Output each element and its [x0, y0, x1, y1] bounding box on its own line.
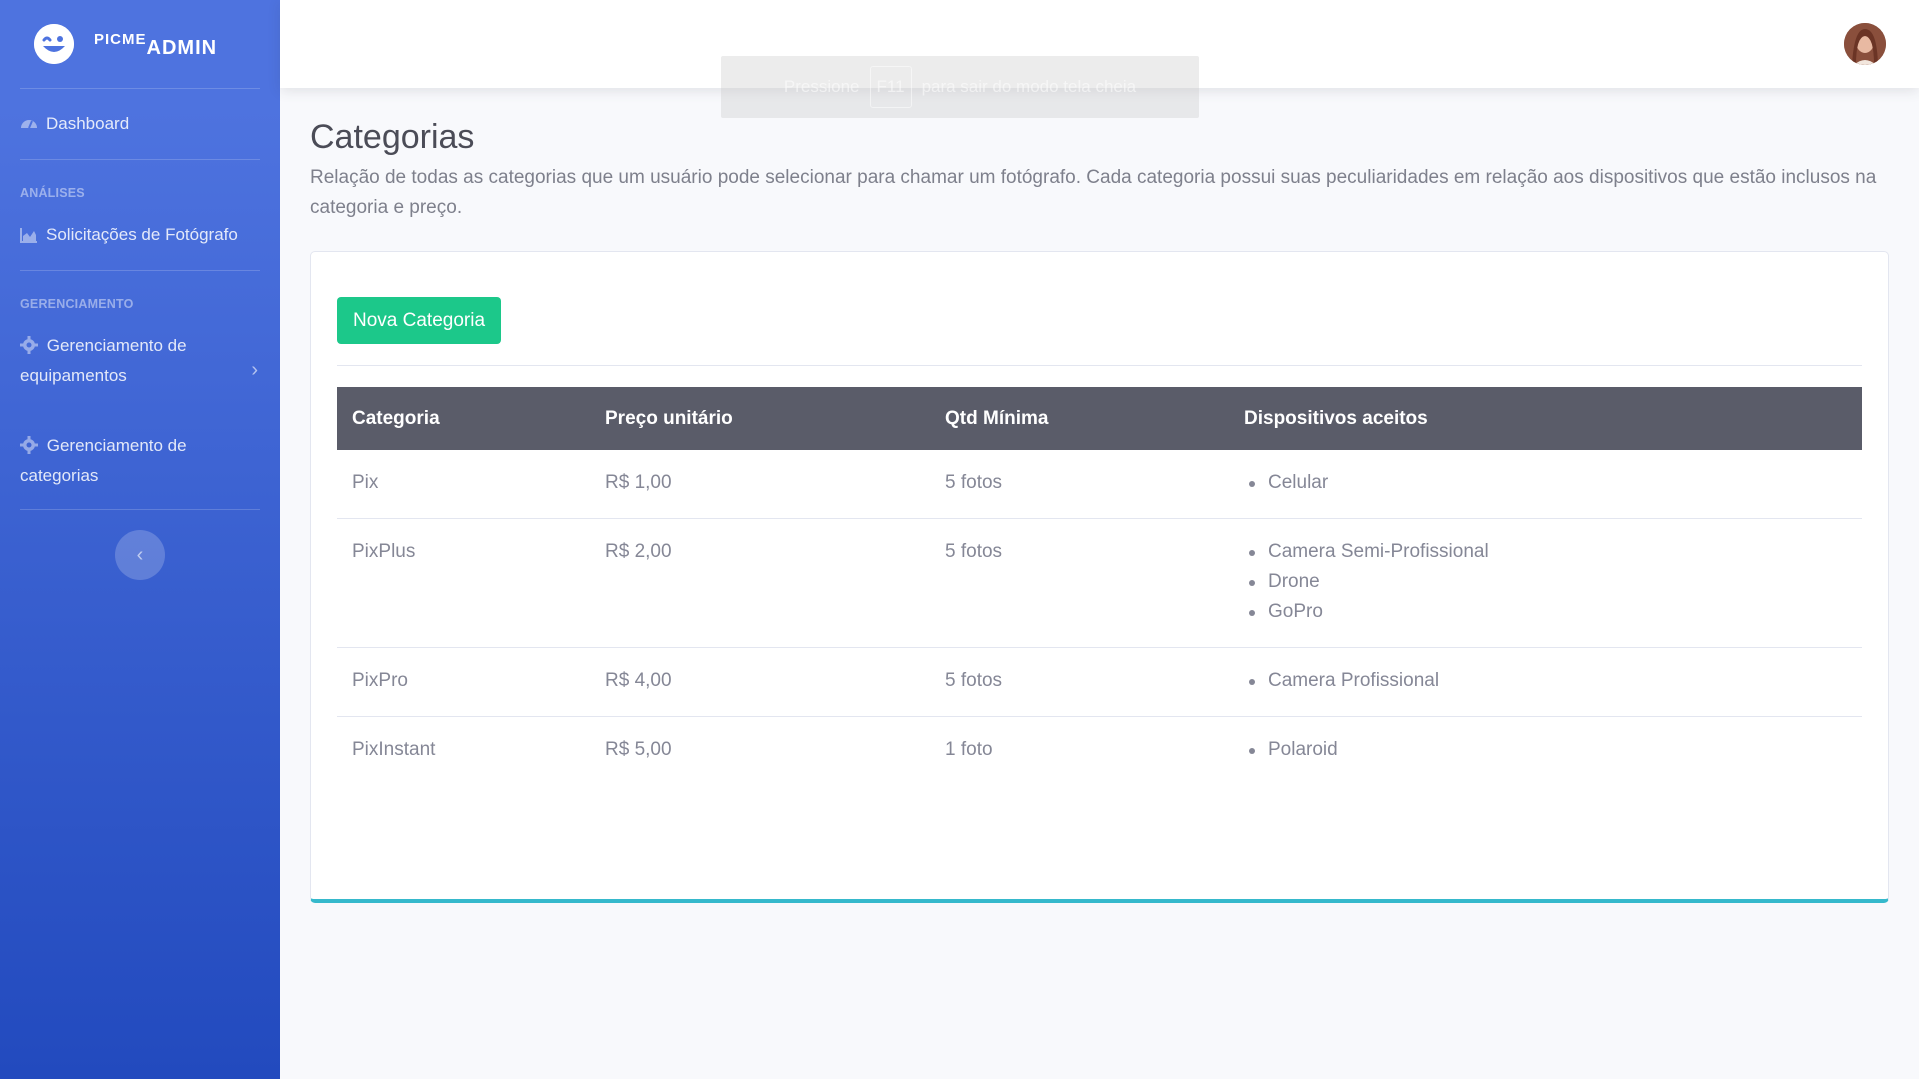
winking-face-icon: [34, 24, 74, 64]
categories-card: Nova Categoria Categoria Preço unitário …: [310, 251, 1889, 903]
sidebar-toggle-button[interactable]: ‹: [115, 530, 165, 580]
column-header: Qtd Mínima: [945, 407, 1049, 429]
device-list: Celular: [1244, 468, 1847, 498]
section-heading-gerenciamento: GERENCIAMENTO: [20, 297, 134, 311]
device-list: Camera Semi-Profissional Drone GoPro: [1244, 537, 1847, 627]
page-description: Relação de todas as categorias que um us…: [310, 167, 1877, 218]
device-item: Celular: [1249, 468, 1847, 498]
cell-preco: R$ 1,00: [605, 472, 672, 493]
cell-preco: R$ 2,00: [590, 518, 930, 648]
cell-qtd: 5 fotos: [930, 647, 1229, 717]
app-root: PICME ADMIN Dashboard ANÁLISES Solicitaç…: [0, 0, 1919, 1079]
sidebar-item-label: Gerenciamento de: [46, 336, 187, 355]
device-list: Polaroid: [1244, 735, 1847, 765]
area-chart-icon: [20, 226, 38, 244]
brand-small: PICME: [94, 30, 147, 48]
sidebar-item-label: equipamentos: [20, 366, 127, 385]
sidebar-item-dashboard[interactable]: Dashboard: [0, 89, 280, 159]
cell-preco: R$ 4,00: [590, 647, 930, 717]
column-header: Categoria: [352, 407, 440, 429]
column-header: Dispositivos aceitos: [1244, 407, 1428, 429]
fullscreen-notice-after: para sair do modo tela cheia: [921, 77, 1137, 96]
brand-name: PICME ADMIN: [94, 29, 217, 60]
sidebar-item-solicitacoes[interactable]: Solicitações de Fotógrafo: [0, 200, 280, 270]
cell-preco: R$ 5,00: [590, 716, 930, 785]
page-title: Categorias: [310, 118, 475, 156]
device-item: Drone: [1249, 567, 1847, 597]
cog-icon: [20, 436, 38, 454]
device-item: Polaroid: [1249, 735, 1847, 765]
cell-qtd: 5 fotos: [945, 472, 1003, 493]
sidebar-item-label: Gerenciamento de: [46, 436, 187, 455]
brand-link[interactable]: PICME ADMIN: [0, 0, 280, 88]
card-divider: [337, 365, 1862, 366]
table-row: PixPlus R$ 2,00 5 fotos Camera Semi-Prof…: [337, 518, 1862, 648]
table-header-row: Categoria Preço unitário Qtd Mínima Disp…: [337, 387, 1862, 450]
cell-categoria: PixPro: [337, 647, 590, 717]
cell-dispositivos: Camera Semi-Profissional Drone GoPro: [1229, 518, 1862, 648]
column-header: Preço unitário: [605, 407, 733, 429]
device-item: Camera Profissional: [1249, 666, 1847, 696]
table-row: Pix R$ 1,00 5 fotos Celular: [337, 450, 1862, 519]
fullscreen-notice-before: Pressione: [783, 77, 860, 96]
sidebar: PICME ADMIN Dashboard ANÁLISES Solicitaç…: [0, 0, 280, 1079]
cog-icon: [20, 336, 38, 354]
fullscreen-notice-key: F11: [869, 66, 912, 108]
chevron-right-icon: ›: [251, 359, 258, 381]
sidebar-item-gerenciamento-equipamentos[interactable]: Gerenciamento de equipamentos ›: [0, 311, 280, 409]
cell-categoria: PixPlus: [337, 518, 590, 648]
categories-table: Categoria Preço unitário Qtd Mínima Disp…: [337, 387, 1862, 785]
sidebar-item-label: Solicitações de Fotógrafo: [46, 225, 238, 244]
main-content: Categorias Relação de todas as categoria…: [310, 88, 1889, 903]
cell-dispositivos: Celular: [1229, 450, 1862, 519]
device-item: GoPro: [1249, 597, 1847, 627]
new-category-button[interactable]: Nova Categoria: [337, 297, 502, 344]
chevron-left-icon: ‹: [136, 543, 144, 566]
cell-dispositivos: Polaroid: [1229, 716, 1862, 785]
cell-categoria: Pix: [352, 472, 379, 493]
avatar[interactable]: [1844, 23, 1886, 65]
sidebar-divider: [20, 509, 260, 510]
section-heading-analises: ANÁLISES: [20, 186, 85, 200]
table-row: PixPro R$ 4,00 5 fotos Camera Profission…: [337, 647, 1862, 717]
sidebar-item-gerenciamento-categorias[interactable]: Gerenciamento de categorias: [0, 409, 280, 509]
sidebar-item-label: categorias: [20, 466, 99, 485]
cell-qtd: 5 fotos: [930, 518, 1229, 648]
brand-big: ADMIN: [146, 36, 218, 59]
cell-dispositivos: Camera Profissional: [1229, 647, 1862, 717]
tachometer-icon: [20, 115, 38, 133]
table-row: PixInstant R$ 5,00 1 foto Polaroid: [337, 716, 1862, 785]
device-list: Camera Profissional: [1244, 666, 1847, 696]
sidebar-item-label: Dashboard: [46, 114, 130, 133]
fullscreen-notice: Pressione F11 para sair do modo tela che…: [721, 56, 1199, 118]
device-item: Camera Semi-Profissional: [1249, 537, 1847, 567]
cell-categoria: PixInstant: [337, 716, 590, 785]
cell-qtd: 1 foto: [930, 716, 1229, 785]
